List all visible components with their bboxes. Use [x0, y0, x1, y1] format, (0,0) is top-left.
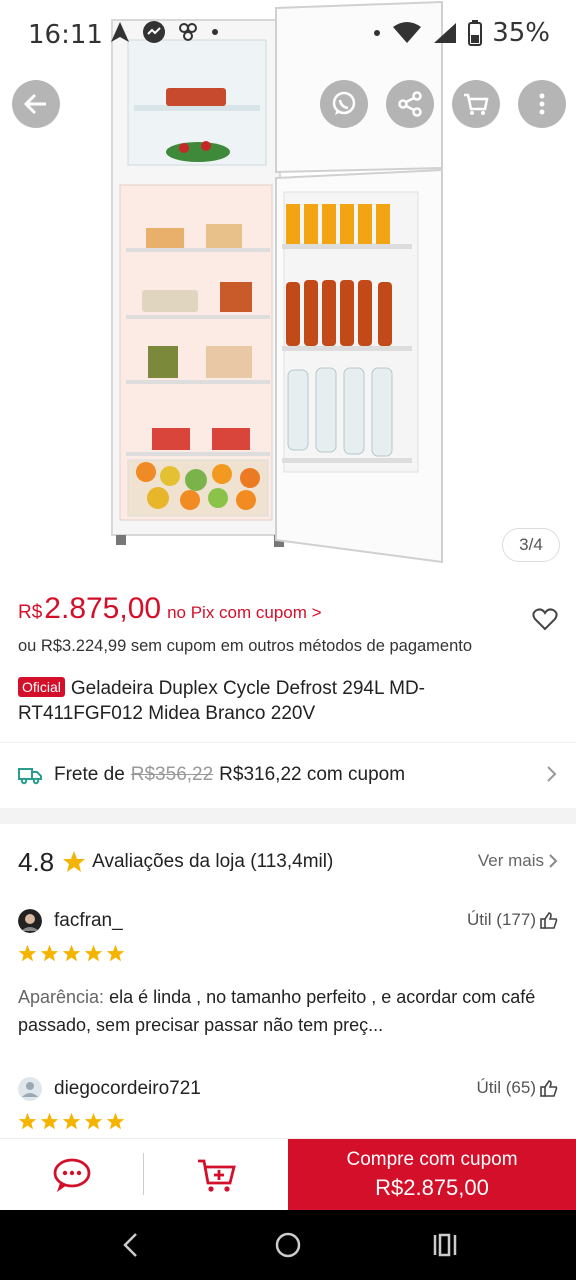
status-notification-icons [110, 20, 220, 44]
more-options-button[interactable] [518, 80, 566, 128]
star-icon [18, 944, 37, 962]
star-icon [106, 944, 125, 962]
see-more-label: Ver mais [477, 851, 544, 870]
rating-value: 4.8 [18, 846, 55, 877]
star-icon [84, 944, 103, 962]
add-to-cart-icon[interactable] [196, 1155, 238, 1195]
status-bar: 16:11 35% [0, 0, 576, 70]
dot-icon [212, 29, 218, 35]
bottom-action-bar: Compre com cupom R$2.875,00 [0, 1138, 576, 1211]
nav-recents-icon[interactable] [430, 1230, 460, 1260]
share-icon [398, 91, 422, 117]
dot-icon [374, 30, 381, 36]
useful-count: Útil (65) [476, 1078, 536, 1097]
wifi-icon [393, 22, 422, 43]
review-header: facfran_ Útil (177) [18, 906, 558, 936]
separator [143, 1153, 144, 1195]
review-header: diegocordeiro721 Útil (65) [18, 1074, 558, 1104]
shipping-row[interactable]: Frete de R$356,22 R$316,22 com cupom [18, 756, 558, 794]
store-rating-row: 4.8 Avaliações da loja (113,4mil) Ver ma… [18, 842, 558, 882]
cart-icon [464, 93, 489, 115]
battery-icon [468, 20, 483, 46]
star-icon [63, 851, 86, 872]
system-nav-bar [0, 1210, 576, 1280]
star-icon [18, 1112, 37, 1130]
review-item: diegocordeiro721 Útil (65) [18, 1074, 558, 1131]
shipping-label: Frete de [54, 764, 125, 785]
rating-label: Avaliações da loja (113,4mil) [92, 851, 334, 872]
review-username: diegocordeiro721 [54, 1078, 201, 1099]
nav-back-icon[interactable] [116, 1230, 146, 1260]
price-currency: R$ [18, 602, 43, 623]
buy-with-coupon-button[interactable]: Compre com cupom R$2.875,00 [288, 1139, 576, 1211]
shipping-new-price: R$316,22 com cupom [219, 764, 406, 785]
pix-coupon-link[interactable]: no Pix com cupom > [167, 603, 322, 623]
messenger-icon [143, 21, 165, 43]
useful-button[interactable]: Útil (177) [467, 910, 558, 930]
review-aspect-label: Aparência: [18, 987, 105, 1007]
chat-icon[interactable] [50, 1155, 94, 1195]
status-system-icons: 35% [372, 18, 550, 48]
avatar [18, 1077, 42, 1101]
review-item: facfran_ Útil (177) Aparência: ela é lin… [18, 906, 558, 1039]
buy-button-price: R$2.875,00 [375, 1175, 489, 1200]
favorite-heart-icon[interactable] [532, 606, 558, 632]
star-icon [84, 1112, 103, 1130]
star-icon [40, 944, 59, 962]
navigation-icon [111, 22, 129, 42]
price-row: R$ 2.875,00 no Pix com cupom > [18, 592, 558, 632]
status-time: 16:11 [28, 20, 103, 50]
avatar [18, 909, 42, 933]
back-arrow-icon [23, 93, 46, 115]
review-text[interactable]: Aparência: ela é linda , no tamanho perf… [18, 983, 558, 1039]
whatsapp-icon [332, 91, 356, 115]
image-pager: 3/4 [502, 528, 560, 562]
useful-button[interactable]: Útil (65) [476, 1078, 558, 1098]
signal-icon [434, 23, 457, 43]
product-title-block: Oficial Geladeira Duplex Cycle Defrost 29… [18, 676, 538, 726]
review-stars [18, 944, 558, 963]
back-button[interactable] [12, 80, 60, 128]
divider [0, 742, 576, 743]
shipping-old-price: R$356,22 [130, 764, 214, 785]
product-image-carousel[interactable]: 16:11 35% 3/4 [0, 0, 576, 580]
star-icon [62, 944, 81, 962]
share-button[interactable] [386, 80, 434, 128]
cart-button[interactable] [452, 80, 500, 128]
alternative-price: ou R$3.224,99 sem cupom em outros método… [18, 637, 473, 655]
more-vertical-icon [539, 93, 545, 115]
official-badge: Oficial [18, 677, 65, 697]
useful-count: Útil (177) [467, 910, 536, 929]
product-title: Geladeira Duplex Cycle Defrost 294L MD-R… [18, 678, 426, 724]
whatsapp-share-button[interactable] [320, 80, 368, 128]
price-value: 2.875,00 [44, 592, 162, 625]
see-more-link[interactable]: Ver mais [478, 851, 558, 871]
battery-percent: 35% [492, 18, 550, 48]
nav-home-icon[interactable] [273, 1230, 303, 1260]
chevron-right-icon [547, 766, 557, 782]
star-icon [40, 1112, 59, 1130]
thumbs-up-icon [540, 1080, 558, 1097]
star-icon [62, 1112, 81, 1130]
review-username: facfran_ [54, 910, 123, 931]
star-icon [106, 1112, 125, 1130]
chevron-right-icon [549, 854, 558, 868]
thumbs-up-icon [540, 912, 558, 929]
review-stars [18, 1112, 558, 1131]
app-notification-icon [179, 23, 197, 41]
truck-icon [18, 768, 42, 785]
buy-button-label: Compre com cupom [346, 1149, 518, 1170]
section-divider [0, 808, 576, 824]
